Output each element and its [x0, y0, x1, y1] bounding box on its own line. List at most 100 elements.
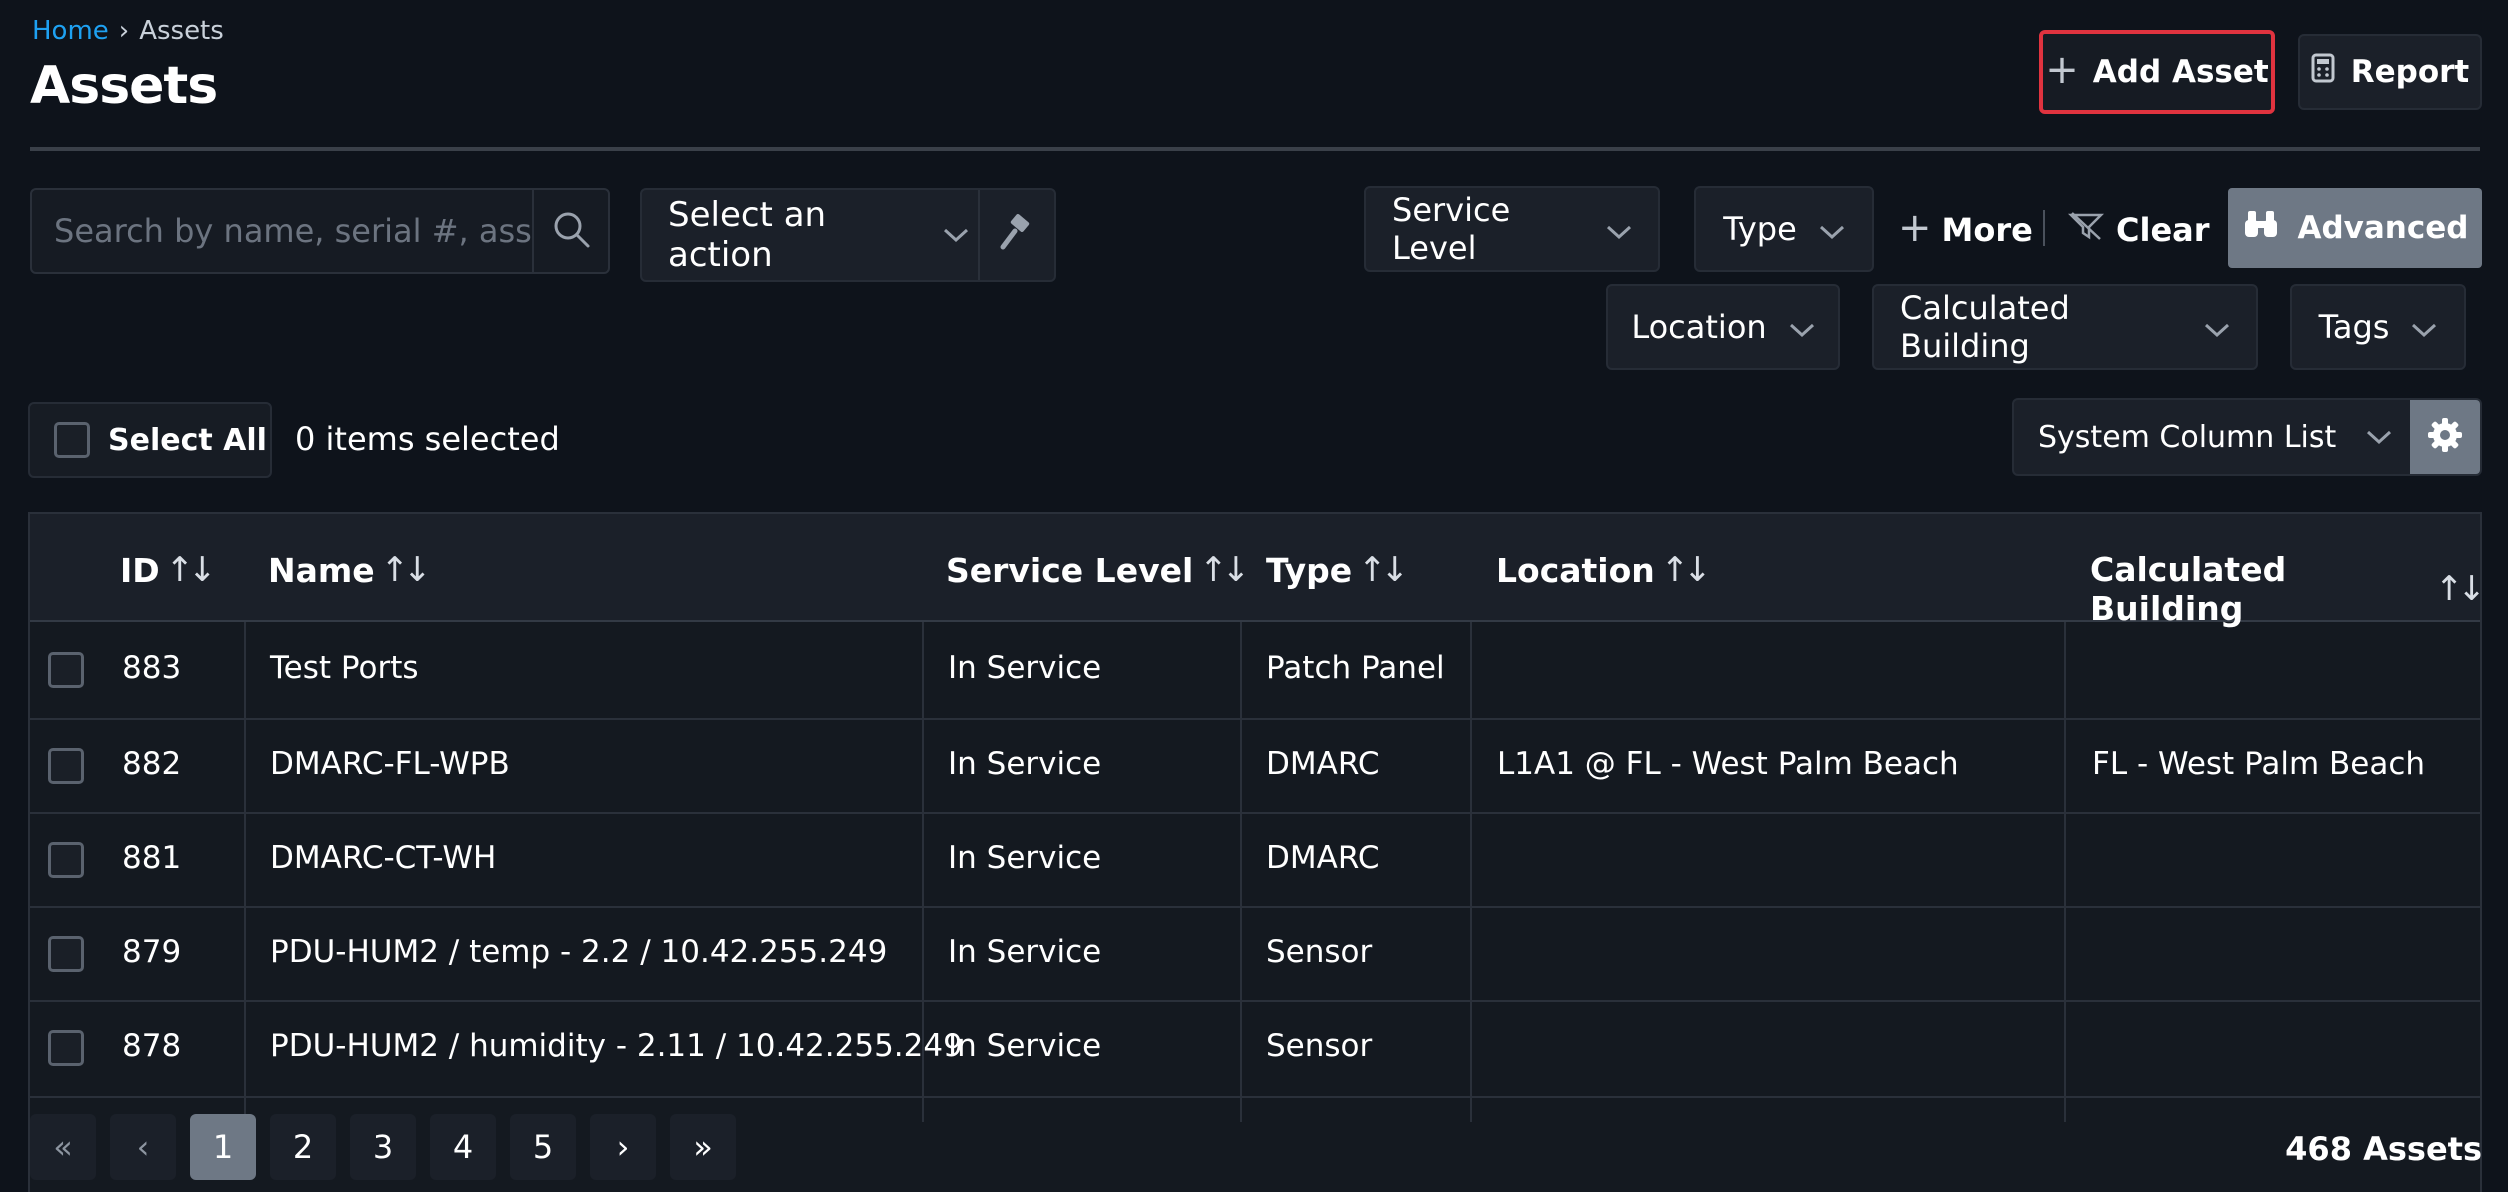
header-divider: [30, 147, 2480, 151]
asset-name-link[interactable]: DMARC-FL-WPB: [270, 746, 510, 782]
first-page-button[interactable]: «: [30, 1114, 96, 1180]
column-header-id[interactable]: ID ↑↓: [120, 550, 217, 590]
asset-name-link[interactable]: Test Ports: [270, 650, 419, 686]
service-level-cell: In Service: [948, 746, 1102, 782]
asset-id-link[interactable]: 878: [122, 1028, 181, 1064]
sort-icon: ↑↓: [2435, 569, 2486, 609]
action-select[interactable]: Select an action: [640, 188, 1056, 282]
breadcrumb: Home › Assets: [32, 16, 224, 46]
search-icon: [551, 209, 591, 253]
sort-icon: ↑↓: [165, 550, 217, 590]
breadcrumb-separator: ›: [118, 16, 130, 46]
filter-service-level[interactable]: Service Level: [1364, 186, 1660, 272]
select-all-button[interactable]: Select All: [28, 402, 272, 478]
advanced-search-button[interactable]: Advanced: [2228, 188, 2482, 268]
column-header-calculated-building[interactable]: Calculated Building ↑↓: [2090, 550, 2486, 628]
page-button[interactable]: 2: [270, 1114, 336, 1180]
column-header-name[interactable]: Name ↑↓: [268, 550, 432, 590]
chevron-down-icon: [1789, 308, 1815, 346]
asset-id-link[interactable]: 882: [122, 746, 181, 782]
row-checkbox[interactable]: [48, 748, 84, 784]
row-checkbox[interactable]: [48, 1030, 84, 1066]
column-list-value: System Column List: [2038, 419, 2337, 455]
filter-location-label: Location: [1631, 308, 1767, 346]
sort-icon: ↑↓: [380, 550, 432, 590]
filter-service-level-label: Service Level: [1392, 191, 1511, 267]
column-header-location[interactable]: Location ↑↓: [1496, 550, 1712, 590]
sort-icon: ↑↓: [1358, 550, 1409, 590]
column-header-label: Location: [1496, 550, 1655, 590]
gear-icon: [2427, 417, 2463, 457]
asset-total-count: 468 Assets: [2285, 1130, 2482, 1168]
search-input[interactable]: [32, 190, 532, 272]
table-row: 882 DMARC-FL-WPB In Service DMARC L1A1 @…: [30, 720, 2480, 814]
row-checkbox[interactable]: [48, 842, 84, 878]
page-title: Assets: [30, 56, 218, 116]
sort-icon: ↑↓: [1660, 550, 1712, 590]
next-page-button[interactable]: ›: [590, 1114, 656, 1180]
filter-divider: [2043, 210, 2045, 246]
binoculars-icon: [2242, 208, 2280, 248]
calculator-icon: [2311, 53, 2335, 91]
column-settings-button[interactable]: [2410, 400, 2480, 474]
service-level-cell: In Service: [948, 840, 1102, 876]
chevron-left-icon: ‹: [136, 1128, 150, 1166]
filter-calculated-building[interactable]: Calculated Building: [1872, 284, 2258, 370]
filter-tags[interactable]: Tags: [2290, 284, 2466, 370]
table-row: 883 Test Ports In Service Patch Panel: [30, 622, 2480, 720]
asset-name-link[interactable]: PDU-HUM2 / temp - 2.2 / 10.42.255.249: [270, 934, 887, 970]
asset-id-link[interactable]: 879: [122, 934, 181, 970]
breadcrumb-home-link[interactable]: Home: [32, 16, 109, 46]
chevron-down-icon: [934, 227, 978, 243]
location-cell: L1A1 @ FL - West Palm Beach: [1497, 746, 1959, 782]
type-cell: DMARC: [1266, 840, 1380, 876]
filter-calculated-building-label: Calculated Building: [1900, 289, 2070, 365]
clear-filters-link[interactable]: Clear: [2067, 200, 2210, 260]
action-select-value: Select an action: [668, 195, 827, 275]
report-label: Report: [2350, 54, 2470, 90]
table-row: 879 PDU-HUM2 / temp - 2.2 / 10.42.255.24…: [30, 908, 2480, 1002]
type-cell: Patch Panel: [1266, 650, 1445, 686]
column-header-label: Service Level: [946, 550, 1194, 590]
asset-name-link[interactable]: DMARC-CT-WH: [270, 840, 496, 876]
hammer-icon: [998, 214, 1036, 256]
chevron-down-icon: [1606, 210, 1632, 248]
filter-tags-label: Tags: [2318, 308, 2390, 346]
report-button[interactable]: Report: [2298, 34, 2482, 110]
last-page-button[interactable]: »: [670, 1114, 736, 1180]
select-all-label: Select All: [108, 422, 267, 458]
asset-id-link[interactable]: 881: [122, 840, 181, 876]
chevron-down-icon: [2348, 429, 2410, 445]
asset-id-link[interactable]: 883: [122, 650, 181, 686]
table-row: 881 DMARC-CT-WH In Service DMARC: [30, 814, 2480, 908]
chevron-down-icon: [2411, 308, 2437, 346]
filter-type[interactable]: Type: [1694, 186, 1874, 272]
previous-page-button[interactable]: ‹: [110, 1114, 176, 1180]
filter-location[interactable]: Location: [1606, 284, 1840, 370]
chevron-down-icon: [2204, 308, 2230, 346]
search-button[interactable]: [532, 190, 608, 272]
more-filters-link[interactable]: + More: [1898, 200, 2033, 260]
service-level-cell: In Service: [948, 650, 1102, 686]
select-all-checkbox[interactable]: [54, 422, 90, 458]
row-checkbox[interactable]: [48, 936, 84, 972]
type-cell: DMARC: [1266, 746, 1380, 782]
column-header-label: Type: [1266, 550, 1353, 590]
column-header-type[interactable]: Type ↑↓: [1266, 550, 1409, 590]
pagination: « ‹ 1 2 3 4 5 › »: [30, 1114, 736, 1180]
row-checkbox[interactable]: [48, 652, 84, 688]
asset-name-link[interactable]: PDU-HUM2 / humidity - 2.11 / 10.42.255.2…: [270, 1028, 963, 1064]
add-asset-button[interactable]: + Add Asset: [2039, 30, 2275, 114]
page-button[interactable]: 3: [350, 1114, 416, 1180]
type-cell: Sensor: [1266, 1028, 1373, 1064]
column-list-select[interactable]: System Column List: [2012, 398, 2482, 476]
add-asset-label: Add Asset: [2092, 54, 2269, 90]
apply-action-button[interactable]: [978, 190, 1054, 280]
type-cell: Sensor: [1266, 934, 1373, 970]
assets-table: ID ↑↓ Name ↑↓ Service Level ↑↓ Type ↑↓ Locat…: [28, 512, 2486, 1192]
page-button[interactable]: 1: [190, 1114, 256, 1180]
column-header-service-level[interactable]: Service Level ↑↓: [946, 550, 1250, 590]
page-button[interactable]: 5: [510, 1114, 576, 1180]
chevron-down-icon: [1819, 210, 1845, 248]
page-button[interactable]: 4: [430, 1114, 496, 1180]
